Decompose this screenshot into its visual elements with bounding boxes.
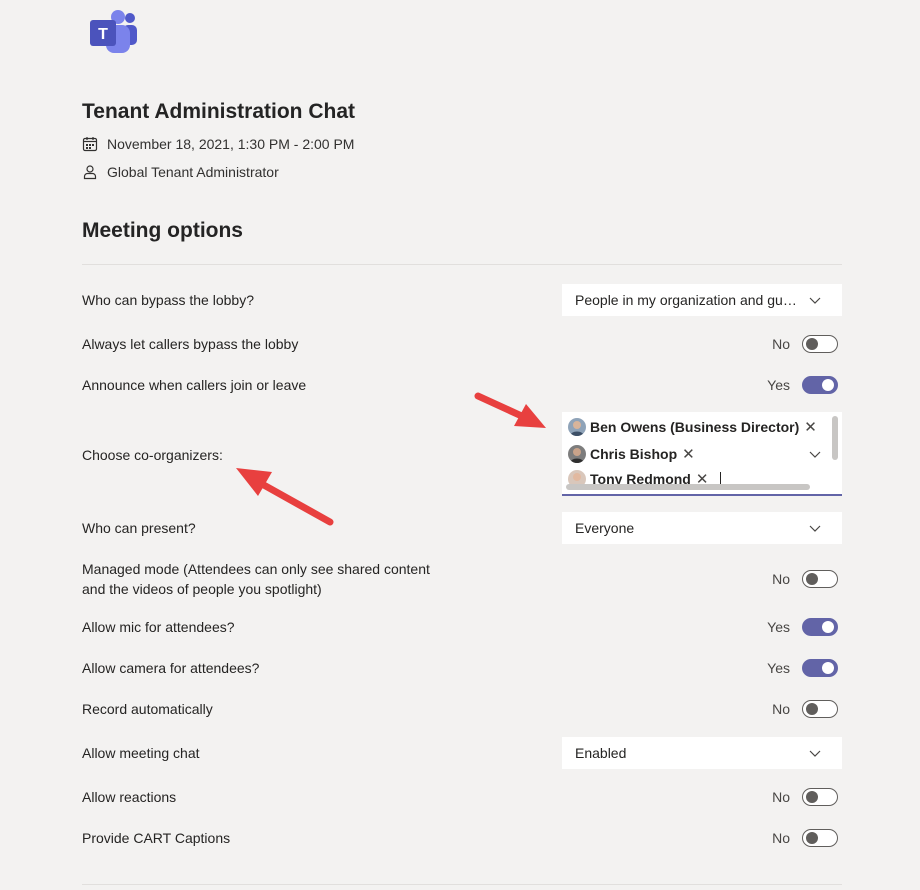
allow-camera-label: Allow camera for attendees? [82,660,260,676]
bypass-lobby-label: Who can bypass the lobby? [82,292,254,308]
remove-icon[interactable]: ✕ [804,418,817,436]
callers-bypass-setting: No [740,333,840,355]
person-icon [82,164,98,180]
avatar [568,418,586,436]
vertical-scrollbar[interactable] [832,416,838,460]
toggle-knob [822,662,834,674]
who-can-present-label: Who can present? [82,520,196,536]
toggle-knob [822,379,834,391]
meeting-chat-dropdown[interactable]: Enabled [562,737,842,769]
meeting-datetime-row: November 18, 2021, 1:30 PM - 2:00 PM [82,134,354,154]
co-organizer-name: Ben Owens (Business Director) [590,419,800,435]
toggle-knob [806,832,818,844]
allow-camera-setting: Yes [740,657,840,679]
toggle-knob [806,573,818,585]
co-organizers-label: Choose co-organizers: [82,447,223,463]
allow-camera-toggle[interactable] [802,659,838,677]
meeting-chat-label: Allow meeting chat [82,745,200,761]
toggle-knob [806,703,818,715]
bypass-lobby-value: People in my organization and guests [575,292,800,308]
reactions-label: Allow reactions [82,789,177,805]
chevron-down-icon[interactable] [808,447,822,461]
bypass-lobby-dropdown[interactable]: People in my organization and guests [562,284,842,316]
meeting-datetime: November 18, 2021, 1:30 PM - 2:00 PM [107,136,355,152]
cart-captions-label: Provide CART Captions [82,830,231,846]
divider [82,884,842,885]
managed-mode-setting: No [740,568,840,590]
callers-bypass-label: Always let callers bypass the lobby [82,336,299,352]
co-organizer-chip: Chris Bishop ✕ [568,443,695,465]
chevron-down-icon [808,746,822,760]
reactions-toggle[interactable] [802,788,838,806]
allow-mic-label: Allow mic for attendees? [82,619,235,635]
calendar-icon [82,136,98,152]
meeting-organizer: Global Tenant Administrator [107,164,279,180]
who-can-present-value: Everyone [575,520,635,536]
announce-callers-state: Yes [767,377,790,393]
chevron-down-icon [808,293,822,307]
toggle-knob [822,621,834,633]
co-organizers-picker[interactable]: Ben Owens (Business Director) ✕ Chris Bi… [562,412,842,496]
reactions-state: No [772,789,790,805]
announce-callers-label: Announce when callers join or leave [82,377,307,393]
meeting-chat-value: Enabled [575,745,627,761]
divider [82,264,842,265]
cart-captions-state: No [772,830,790,846]
section-title: Meeting options [82,219,243,242]
annotation-arrow-icon [236,468,334,526]
announce-callers-toggle[interactable] [802,376,838,394]
reactions-setting: No [740,786,840,808]
cart-captions-setting: No [740,827,840,849]
meeting-title: Tenant Administration Chat [82,100,355,123]
teams-logo-icon: T [88,8,140,56]
toggle-knob [806,791,818,803]
callers-bypass-state: No [772,336,790,352]
allow-mic-toggle[interactable] [802,618,838,636]
svg-text:T: T [98,26,108,43]
co-organizer-name: Chris Bishop [590,446,678,462]
allow-camera-state: Yes [767,660,790,676]
record-auto-state: No [772,701,790,717]
co-organizer-chip: Ben Owens (Business Director) ✕ [568,416,817,438]
remove-icon[interactable]: ✕ [682,445,695,463]
cart-captions-toggle[interactable] [802,829,838,847]
managed-mode-label-line2: and the videos of people you spotlight) [82,581,322,597]
record-auto-toggle[interactable] [802,700,838,718]
allow-mic-state: Yes [767,619,790,635]
who-can-present-dropdown[interactable]: Everyone [562,512,842,544]
record-auto-setting: No [740,698,840,720]
allow-mic-setting: Yes [740,616,840,638]
chevron-down-icon [808,521,822,535]
toggle-knob [806,338,818,350]
managed-mode-toggle[interactable] [802,570,838,588]
managed-mode-state: No [772,571,790,587]
record-auto-label: Record automatically [82,701,213,717]
horizontal-scrollbar[interactable] [566,484,810,490]
annotation-arrow-icon [474,392,546,428]
managed-mode-label: Managed mode (Attendees can only see sha… [82,561,430,577]
avatar [568,445,586,463]
announce-callers-setting: Yes [740,374,840,396]
callers-bypass-toggle[interactable] [802,335,838,353]
meeting-organizer-row: Global Tenant Administrator [82,162,279,182]
